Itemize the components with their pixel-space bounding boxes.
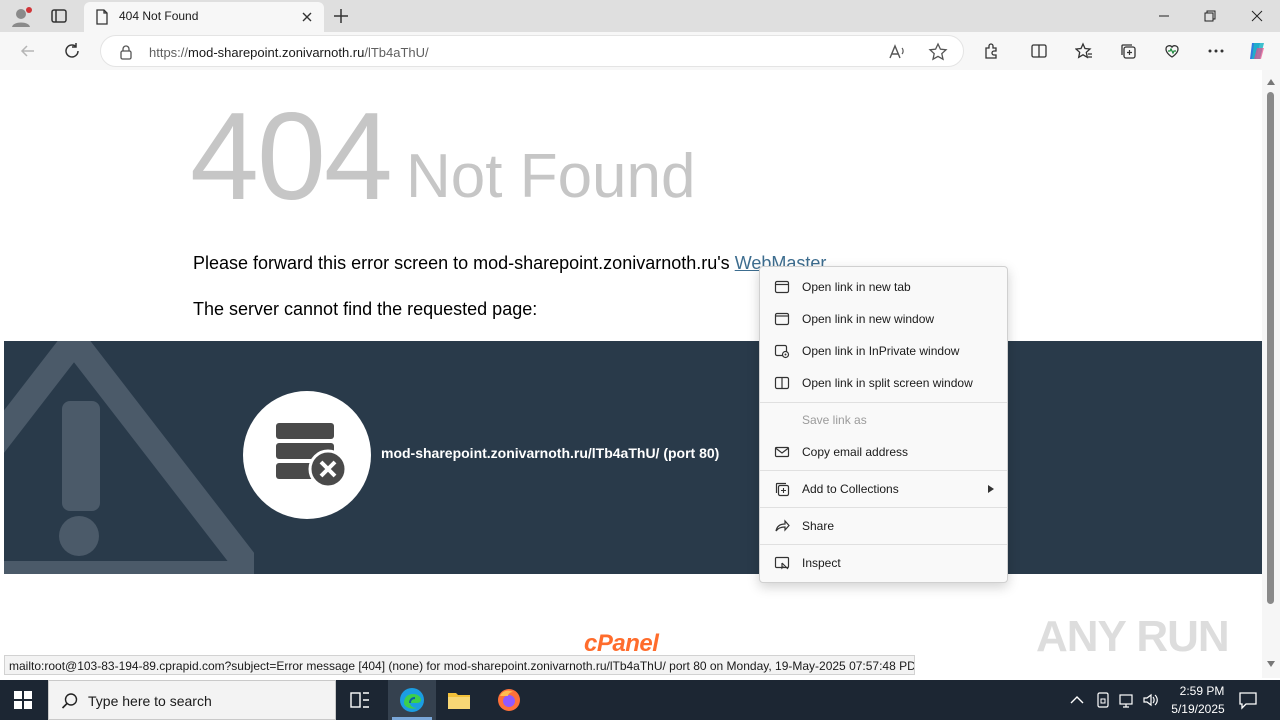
search-placeholder: Type here to search (88, 693, 212, 709)
notifications-icon[interactable] (1238, 690, 1258, 710)
page-icon (95, 9, 109, 25)
menu-item-share[interactable]: Share (760, 512, 1007, 540)
submenu-arrow-icon (988, 485, 994, 493)
collections-icon (774, 481, 790, 497)
chevron-up-icon[interactable] (1070, 694, 1084, 706)
forward-message: Please forward this error screen to mod-… (193, 253, 831, 273)
menu-item-open-inprivate[interactable]: Open link in InPrivate window (760, 337, 1007, 365)
menu-item-copy-email[interactable]: Copy email address (760, 438, 1007, 466)
menu-item-add-to-collections[interactable]: Add to Collections (760, 475, 1007, 503)
scroll-down-arrow-icon[interactable] (1267, 660, 1275, 668)
restore-button[interactable] (1187, 0, 1233, 32)
browser-toolbar: https://mod-sharepoint.zonivarnoth.ru/lT… (0, 32, 1280, 70)
anyrun-watermark: ANY RUN (1036, 612, 1230, 661)
menu-item-inspect[interactable]: Inspect (760, 549, 1007, 577)
lock-icon[interactable] (119, 44, 133, 60)
cpanel-logo[interactable]: cPanel (584, 630, 659, 658)
status-bar: mailto:root@103-83-194-89.cprapid.com?su… (4, 655, 915, 675)
error-code: 404 (190, 88, 393, 226)
menu-separator (760, 402, 1007, 403)
read-aloud-icon[interactable] (887, 42, 907, 62)
menu-item-open-new-tab[interactable]: Open link in new tab (760, 273, 1007, 301)
back-button[interactable] (16, 39, 40, 63)
network-icon[interactable] (1118, 691, 1136, 709)
menu-separator (760, 544, 1007, 545)
task-view-icon[interactable] (349, 690, 371, 710)
scroll-thumb[interactable] (1267, 92, 1274, 604)
profile-icon[interactable] (10, 6, 32, 28)
server-error-icon (274, 421, 348, 489)
url-text: https://mod-sharepoint.zonivarnoth.ru/lT… (149, 45, 429, 60)
page-scrollbar[interactable] (1262, 70, 1280, 678)
copilot-icon[interactable] (1245, 39, 1269, 63)
tab-404-not-found[interactable]: 404 Not Found (84, 2, 324, 32)
requested-resource: mod-sharepoint.zonivarnoth.ru/lTb4aThU/ … (381, 445, 720, 461)
extensions-icon[interactable] (979, 39, 1003, 63)
firefox-icon[interactable] (497, 688, 521, 712)
menu-item-save-link-as: Save link as (802, 413, 867, 427)
title-bar: 404 Not Found (0, 0, 1280, 32)
volume-icon[interactable] (1142, 691, 1160, 709)
tab-title: 404 Not Found (119, 9, 199, 23)
tab-actions-icon[interactable] (50, 8, 68, 24)
more-menu-icon[interactable] (1204, 39, 1228, 63)
browser-essentials-icon[interactable] (1160, 39, 1184, 63)
scroll-up-arrow-icon[interactable] (1267, 78, 1275, 86)
new-tab-icon (774, 279, 790, 295)
file-explorer-icon[interactable] (447, 689, 471, 711)
taskbar: Type here to search 2:59 PM 5/19/2025 (0, 680, 1280, 720)
new-window-icon (774, 311, 790, 327)
split-screen-icon (774, 375, 790, 391)
error-banner: mod-sharepoint.zonivarnoth.ru/lTb4aThU/ … (4, 341, 1262, 574)
minimize-button[interactable] (1141, 0, 1187, 32)
menu-separator (760, 507, 1007, 508)
clock-date[interactable]: 5/19/2025 (1166, 702, 1230, 716)
share-icon (774, 518, 790, 534)
taskbar-search-box[interactable]: Type here to search (48, 680, 336, 720)
close-window-button[interactable] (1234, 0, 1280, 32)
warning-triangle-icon (4, 341, 254, 574)
page-viewport: 404 Not Found Please forward this error … (4, 70, 1262, 678)
error-heading: Not Found (406, 142, 696, 211)
refresh-button[interactable] (60, 39, 84, 63)
search-icon (61, 692, 79, 710)
taskbar-edge-button[interactable] (388, 680, 436, 720)
menu-separator (760, 470, 1007, 471)
windows-start-icon[interactable] (14, 691, 32, 709)
server-message: The server cannot find the requested pag… (193, 299, 538, 319)
server-error-badge (243, 391, 371, 519)
favorites-icon[interactable] (1072, 39, 1096, 63)
inspect-icon (774, 555, 790, 571)
collections-icon[interactable] (1116, 39, 1140, 63)
clock-time[interactable]: 2:59 PM (1172, 684, 1232, 698)
inprivate-icon (774, 343, 790, 359)
email-icon (774, 444, 790, 460)
menu-item-open-split-screen[interactable]: Open link in split screen window (760, 369, 1007, 397)
device-icon[interactable] (1095, 691, 1111, 709)
split-screen-icon[interactable] (1027, 39, 1051, 63)
menu-item-open-new-window[interactable]: Open link in new window (760, 305, 1007, 333)
new-tab-button[interactable] (332, 7, 350, 25)
context-menu: Open link in new tab Open link in new wi… (759, 266, 1008, 583)
close-tab-icon[interactable] (300, 10, 314, 24)
address-bar[interactable]: https://mod-sharepoint.zonivarnoth.ru/lT… (100, 35, 964, 67)
edge-icon (399, 687, 425, 713)
favorite-star-icon[interactable] (928, 42, 948, 62)
